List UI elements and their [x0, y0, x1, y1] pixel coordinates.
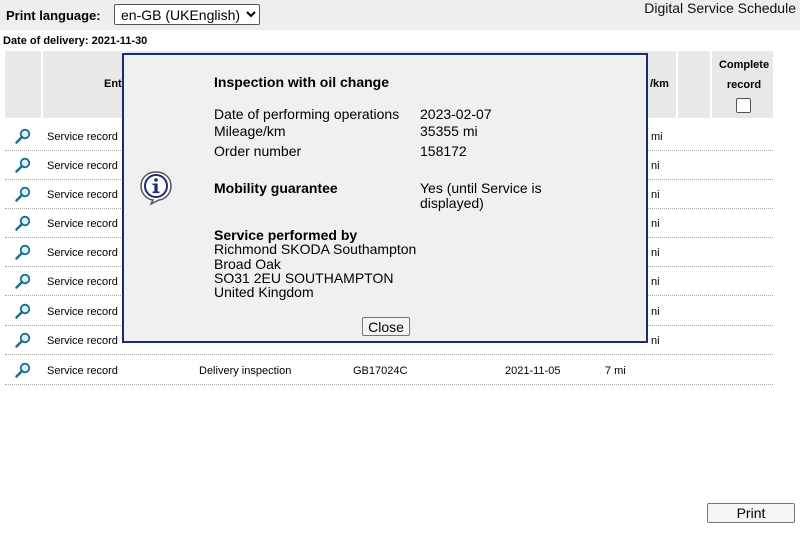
row-entry: Service record — [47, 335, 118, 347]
row-mileage: 7 mi — [605, 365, 626, 377]
print-language-select[interactable]: en-GB (UKEnglish) — [114, 4, 260, 25]
top-bar: Print language: en-GB (UKEnglish) Digita… — [0, 0, 800, 30]
order-number-value: 158172 — [420, 143, 467, 159]
order-number-label: Order number — [214, 143, 302, 159]
row-mileage: ni — [651, 160, 660, 172]
print-language-label: Print language: — [6, 8, 101, 23]
mileage-value: 35355 mi — [420, 123, 478, 139]
row-entry: Service record — [47, 189, 118, 201]
row-entry: Service record — [47, 218, 118, 230]
magnifier-icon[interactable] — [15, 128, 31, 144]
row-entry: Service record — [47, 247, 118, 259]
row-date: 2021-11-05 — [505, 365, 561, 377]
magnifier-icon[interactable] — [15, 244, 31, 260]
row-entry: Service record — [47, 131, 118, 143]
row-mileage: ni — [651, 276, 660, 288]
magnifier-icon[interactable] — [15, 332, 31, 348]
row-mileage: ni — [651, 218, 660, 230]
magnifier-icon[interactable] — [15, 186, 31, 202]
row-mileage: ni — [651, 189, 660, 201]
header-cell-km: /km — [650, 51, 678, 118]
row-entry: Service record — [47, 276, 118, 288]
complete-record-checkbox[interactable] — [736, 98, 751, 113]
mobility-guarantee-label: Mobility guarantee — [214, 180, 338, 196]
close-button[interactable]: Close — [362, 317, 410, 336]
row-mileage: ni — [651, 335, 660, 347]
row-mileage: ni — [651, 306, 660, 318]
magnifier-icon[interactable] — [15, 157, 31, 173]
header-cell-entry: Ent — [43, 51, 125, 118]
header-km: /km — [650, 78, 669, 90]
mileage-label: Mileage/km — [214, 123, 286, 139]
row-mileage: mi — [651, 131, 663, 143]
table-row: Service record Delivery inspection GB17024… — [5, 355, 773, 385]
date-value: 2023-02-07 — [420, 106, 492, 122]
row-entry: Service record — [47, 160, 118, 172]
mobility-guarantee-value-line1: Yes (until Service is — [420, 180, 542, 196]
row-entry: Service record — [47, 306, 118, 318]
header-cell-icon — [5, 51, 43, 118]
date-label: Date of performing operations — [214, 106, 400, 122]
magnifier-icon[interactable] — [15, 362, 31, 378]
print-button[interactable]: Print — [707, 503, 795, 523]
magnifier-icon[interactable] — [15, 273, 31, 289]
header-cell-blank — [678, 51, 712, 118]
row-code: GB17024C — [353, 365, 408, 377]
mobility-guarantee-value-line2: displayed) — [420, 195, 484, 211]
header-complete-record: Complete record — [718, 59, 770, 91]
record-detail-dialog: Inspection with oil change Date of perfo… — [122, 53, 648, 343]
dealer-country: United Kingdom — [214, 284, 314, 300]
magnifier-icon[interactable] — [15, 215, 31, 231]
row-entry: Service record — [47, 365, 118, 377]
app-title: Digital Service Schedule — [644, 0, 796, 16]
info-icon — [140, 171, 172, 205]
header-entry: Ent — [104, 78, 122, 90]
magnifier-icon[interactable] — [15, 303, 31, 319]
dealer-name: Richmond SKODA Southampton — [214, 241, 417, 257]
dialog-title: Inspection with oil change — [214, 74, 390, 90]
row-type: Delivery inspection — [199, 365, 292, 377]
row-mileage: ni — [651, 247, 660, 259]
date-of-delivery: Date of delivery: 2021-11-30 — [3, 35, 148, 47]
